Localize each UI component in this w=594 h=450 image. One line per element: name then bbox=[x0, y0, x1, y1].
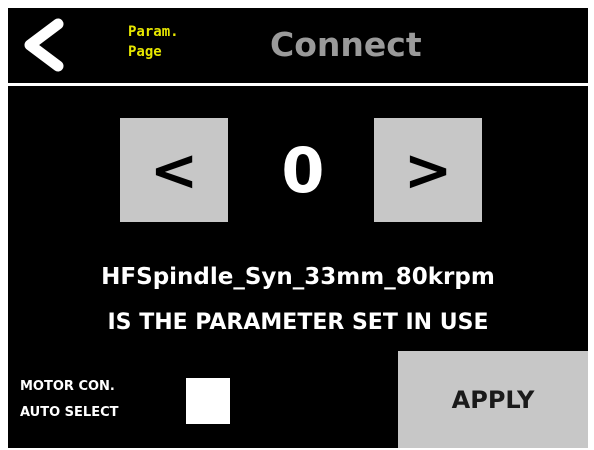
param-page-link[interactable]: Param. Page bbox=[128, 22, 218, 72]
chevron-left-icon bbox=[24, 18, 64, 72]
next-parameter-button[interactable]: > bbox=[374, 118, 482, 222]
previous-parameter-button[interactable]: < bbox=[120, 118, 228, 222]
header-divider bbox=[8, 83, 588, 86]
next-parameter-label: > bbox=[403, 136, 453, 204]
page-title: Connect bbox=[270, 25, 422, 64]
param-page-link-line1: Param. bbox=[128, 24, 179, 40]
parameter-set-status: IS THE PARAMETER SET IN USE bbox=[107, 310, 489, 335]
param-page-link-line2: Page bbox=[128, 44, 162, 60]
auto-select-checkbox[interactable] bbox=[186, 378, 230, 424]
connect-screen: Param. Page Connect < 0 > HFSpindle_Syn_… bbox=[8, 8, 588, 448]
parameter-set-name: HFSpindle_Syn_33mm_80krpm bbox=[101, 264, 495, 290]
apply-button-label: APPLY bbox=[451, 385, 535, 414]
parameter-index: 0 bbox=[281, 133, 325, 207]
auto-select-label-line1: MOTOR CON. bbox=[20, 379, 115, 394]
header-bar: Param. Page Connect bbox=[8, 8, 588, 83]
auto-select-label-line2: AUTO SELECT bbox=[20, 405, 119, 420]
auto-select-label: MOTOR CON. AUTO SELECT bbox=[20, 374, 118, 426]
back-button[interactable] bbox=[14, 14, 76, 76]
previous-parameter-label: < bbox=[149, 136, 199, 204]
apply-button[interactable]: APPLY bbox=[398, 351, 588, 448]
